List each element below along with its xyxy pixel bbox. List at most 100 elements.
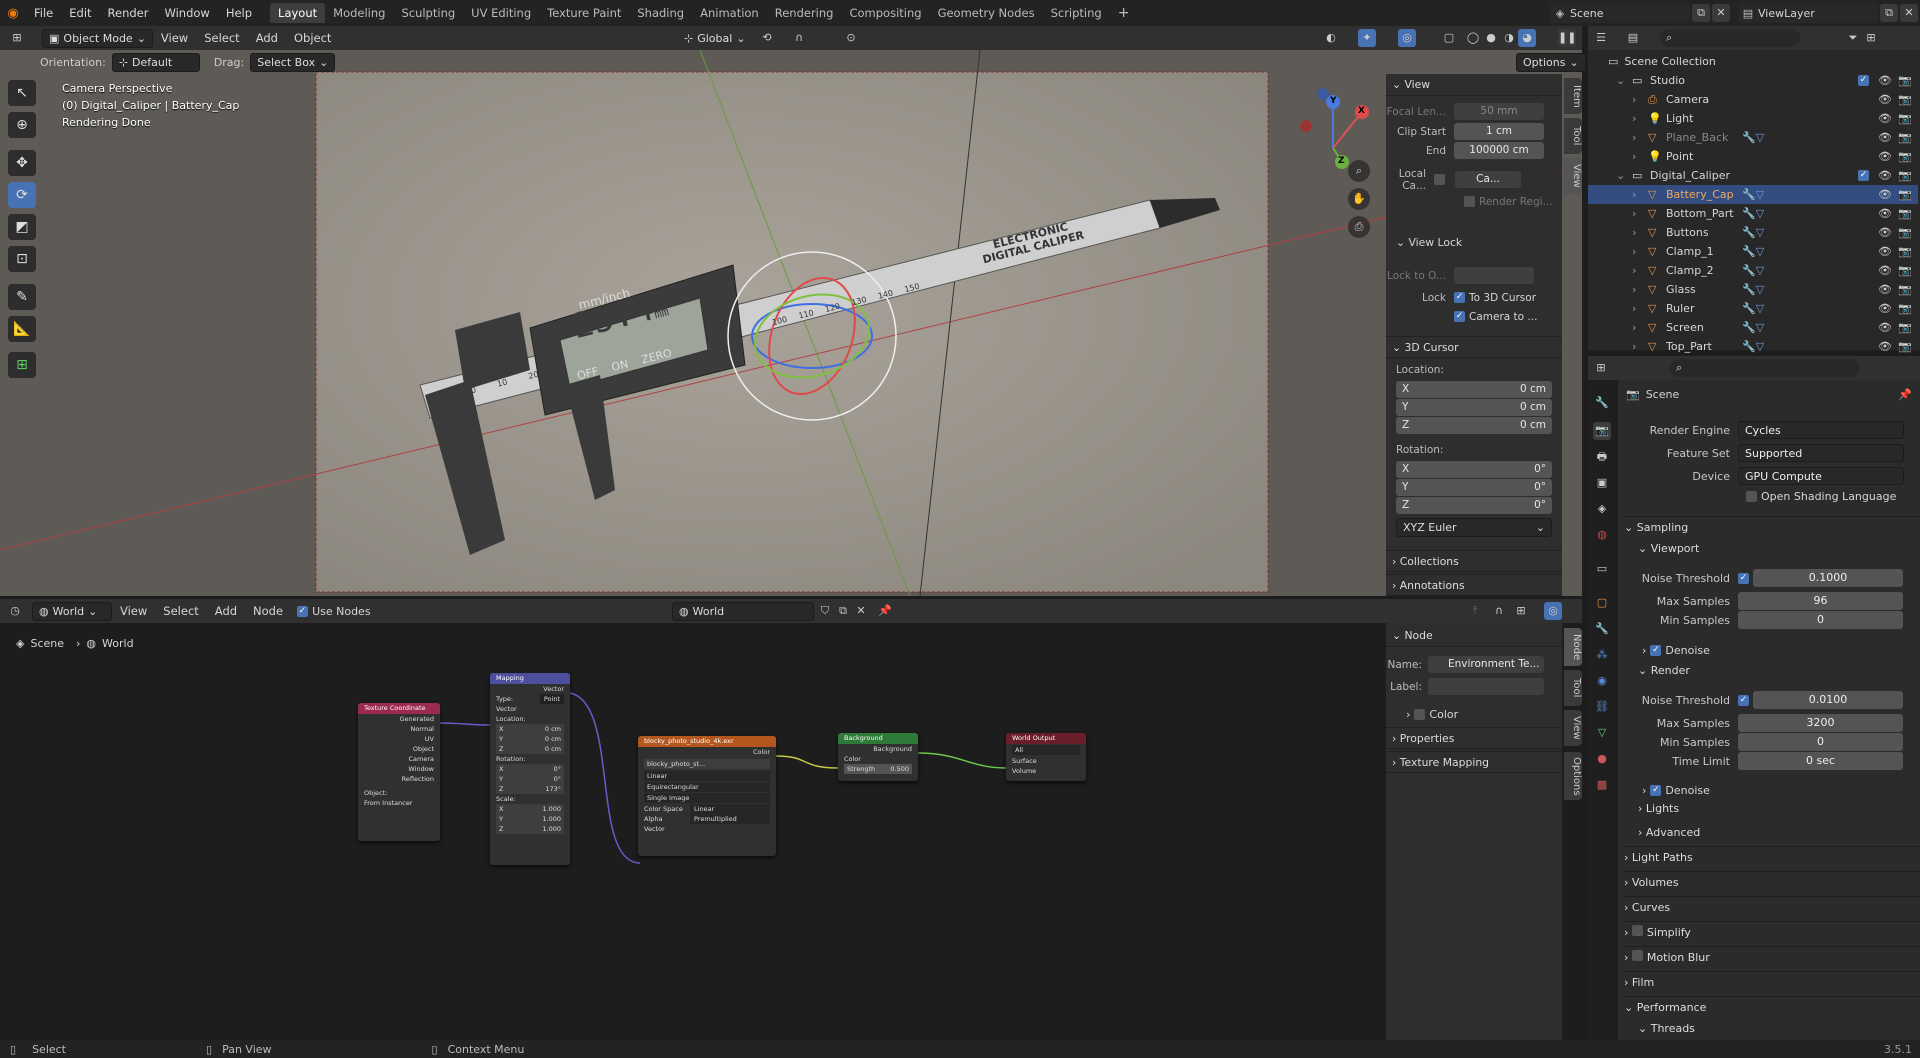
eye-icon[interactable]: 👁 — [1878, 264, 1892, 277]
outliner-type-icon[interactable]: ☰ — [1592, 29, 1610, 47]
node-overlay-icon[interactable]: ◎ — [1544, 602, 1562, 620]
eye-icon[interactable]: 👁 — [1878, 112, 1892, 125]
node-object-row[interactable]: Object: — [358, 788, 440, 798]
chevron-right-icon[interactable]: › — [1632, 131, 1636, 144]
sidebar-tab-view[interactable]: View — [1564, 158, 1582, 194]
transform-tool-icon[interactable]: ⊡ — [8, 246, 36, 272]
menu-render[interactable]: Render — [100, 0, 157, 26]
simplify-header[interactable]: › Simplify — [1624, 921, 1920, 943]
mapping-loc-y[interactable]: Y0 cm — [496, 734, 564, 744]
tab-layout[interactable]: Layout — [270, 3, 326, 23]
clip-end-field[interactable]: 100000 cm — [1454, 142, 1544, 159]
vp-menu-view[interactable]: View — [153, 25, 196, 51]
light-paths-header[interactable]: › Light Paths — [1624, 846, 1920, 868]
chevron-down-icon[interactable]: ⌄ — [1616, 74, 1625, 87]
chevron-right-icon[interactable]: › — [1632, 188, 1636, 201]
strength-field[interactable]: Strength 0.500 — [844, 764, 912, 774]
cursor-rot-x[interactable]: X 0° — [1396, 461, 1552, 478]
vp-noise-checkbox[interactable]: ✓ — [1738, 572, 1749, 584]
mapping-loc-x[interactable]: X0 cm — [496, 724, 564, 734]
world-selector[interactable]: ◍ World — [672, 601, 814, 621]
outliner-item-clamp-2[interactable]: › ▽ Clamp_2 🔧▽ 👁 📷 — [1588, 261, 1918, 280]
3d-cursor-header[interactable]: ⌄ 3D Cursor — [1386, 336, 1562, 358]
osl-checkbox[interactable] — [1746, 490, 1757, 502]
exclude-checkbox[interactable]: ✓ — [1858, 75, 1869, 86]
world-tab-icon[interactable]: ◍ — [1593, 526, 1611, 544]
cursor-tool-icon[interactable]: ⊕ — [8, 112, 36, 138]
snap-node-icon[interactable]: ∩ — [1490, 602, 1508, 620]
new-scene-icon[interactable]: ⧉ — [1692, 4, 1710, 22]
render-visibility-icon[interactable]: 📷 — [1898, 226, 1912, 239]
sampling-header[interactable]: ⌄ Sampling — [1624, 516, 1920, 538]
modifier-tab-icon[interactable]: 🔧 — [1593, 620, 1611, 638]
render-visibility-icon[interactable]: 📷 — [1898, 302, 1912, 315]
film-header[interactable]: › Film — [1624, 971, 1920, 993]
view-lock-header[interactable]: ⌄ View Lock — [1396, 236, 1462, 249]
chevron-right-icon[interactable]: › — [1632, 302, 1636, 315]
r-noise-checkbox[interactable]: ✓ — [1738, 694, 1749, 706]
render-subheader[interactable]: ⌄ Render — [1638, 660, 1920, 682]
overlay-toggle-icon[interactable]: ◎ — [1398, 29, 1416, 47]
render-visibility-icon[interactable]: 📷 — [1898, 150, 1912, 163]
outliner-item-studio[interactable]: ⌄ ▭ Studio ✓ 👁 📷 — [1588, 71, 1918, 90]
texture-tab-icon[interactable]: ▩ — [1593, 776, 1611, 794]
drag-dropdown[interactable]: Select Box ⌄ — [250, 52, 336, 72]
outliner-item-camera[interactable]: › ⎙ Camera 👁 📷 — [1588, 90, 1918, 109]
blender-logo-icon[interactable]: ◉ — [0, 6, 26, 21]
object-tab-icon[interactable]: ▢ — [1593, 594, 1611, 612]
outliner-item-battery-cap[interactable]: › ▽ Battery_Cap 🔧▽ 👁 📷 — [1588, 185, 1918, 204]
mapping-scale-z[interactable]: Z 1.000 — [496, 824, 564, 834]
world-output-node[interactable]: World Output All Surface Volume — [1006, 733, 1086, 781]
eye-icon[interactable]: 👁 — [1878, 302, 1892, 315]
eye-icon[interactable]: 👁 — [1878, 226, 1892, 239]
outliner-item-plane-back[interactable]: › ▽ Plane_Back 🔧▽ 👁 📷 — [1588, 128, 1918, 147]
particles-tab-icon[interactable]: ⁂ — [1593, 646, 1611, 664]
device-dropdown[interactable]: GPU Compute — [1738, 467, 1904, 485]
tab-sculpting[interactable]: Sculpting — [393, 3, 463, 23]
scale-tool-icon[interactable]: ◩ — [8, 214, 36, 240]
eye-icon[interactable]: 👁 — [1878, 245, 1892, 258]
shading-rendered-icon[interactable]: ◕ — [1518, 29, 1536, 47]
shading-wire-icon[interactable]: ◯ — [1464, 29, 1482, 47]
scene-tab-icon[interactable]: ◈ — [1593, 500, 1611, 518]
data-tab-icon[interactable]: ▽ — [1593, 724, 1611, 742]
shader-type-dropdown[interactable]: ◍ World ⌄ — [32, 601, 112, 621]
eye-icon[interactable]: 👁 — [1878, 169, 1892, 182]
output-target-dropdown[interactable]: All — [1012, 745, 1080, 755]
render-region-checkbox[interactable] — [1464, 196, 1475, 207]
render-visibility-icon[interactable]: 📷 — [1898, 169, 1912, 182]
node-tab-options[interactable]: Options — [1564, 752, 1582, 800]
performance-header[interactable]: ⌄ Performance — [1624, 996, 1920, 1018]
node-tab-node[interactable]: Node — [1564, 628, 1582, 666]
feature-set-dropdown[interactable]: Supported — [1738, 444, 1904, 462]
menu-file[interactable]: File — [26, 0, 61, 26]
snap-icon[interactable]: ∩ — [790, 29, 808, 47]
render-visibility-icon[interactable]: 📷 — [1898, 188, 1912, 201]
search-input[interactable]: ⌕ — [1660, 29, 1800, 47]
outliner-item-glass[interactable]: › ▽ Glass 🔧▽ 👁 📷 — [1588, 280, 1918, 299]
mapping-rot-z[interactable]: Z 173° — [496, 784, 564, 794]
new-collection-icon[interactable]: ⊞ — [1862, 29, 1880, 47]
measure-tool-icon[interactable]: 📐 — [8, 316, 36, 342]
cursor-loc-z[interactable]: Z0 cm — [1396, 417, 1552, 434]
transform-orientation-dropdown[interactable]: ⊹ Global ⌄ — [678, 30, 752, 47]
local-camera-field[interactable]: Ca... — [1455, 171, 1521, 188]
constraints-tab-icon[interactable]: ⛓ — [1593, 698, 1611, 716]
filter-icon[interactable]: ⏷ — [1844, 29, 1862, 47]
mapping-node[interactable]: Mapping Vector Type: Point Vector Locatio… — [490, 673, 570, 865]
rotation-mode-dropdown[interactable]: XYZ Euler ⌄ — [1396, 518, 1552, 537]
r-noise-field[interactable]: 0.0100 — [1753, 691, 1903, 709]
render-visibility-icon[interactable]: 📷 — [1898, 74, 1912, 87]
annotations-header[interactable]: › Annotations — [1386, 574, 1562, 596]
mapping-scale-y[interactable]: Y 1.000 — [496, 814, 564, 824]
projection-dropdown[interactable]: Equirectangular — [644, 782, 770, 792]
outliner-item-bottom-part[interactable]: › ▽ Bottom_Part 🔧▽ 👁 📷 — [1588, 204, 1918, 223]
source-dropdown[interactable]: Single Image — [644, 793, 770, 803]
chevron-right-icon[interactable]: › — [1632, 340, 1636, 353]
pivot-icon[interactable]: ⟲ — [758, 29, 776, 47]
tab-compositing[interactable]: Compositing — [841, 3, 929, 23]
shading-solid-icon[interactable]: ● — [1482, 29, 1500, 47]
collection-tab-icon[interactable]: ▭ — [1593, 560, 1611, 578]
eye-icon[interactable]: 👁 — [1878, 74, 1892, 87]
outliner-item-digital-caliper[interactable]: ⌄ ▭ Digital_Caliper ✓ 👁 📷 — [1588, 166, 1918, 185]
